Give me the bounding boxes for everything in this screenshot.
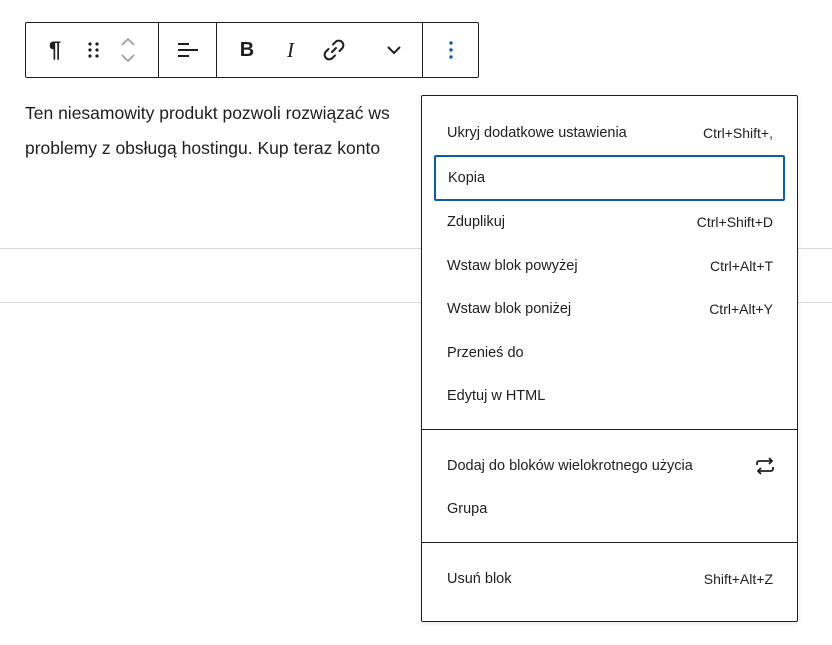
- menu-item-label: Kopia: [448, 169, 486, 186]
- menu-item-add-reusable[interactable]: Dodaj do bloków wielokrotnego użycia: [433, 444, 786, 488]
- menu-item-label: Usuń blok: [447, 570, 512, 587]
- toolbar-group-options: [422, 23, 478, 77]
- menu-item-shortcut: Shift+Alt+Z: [703, 570, 773, 587]
- link-icon[interactable]: [322, 38, 346, 62]
- menu-item-label: Grupa: [447, 501, 488, 518]
- toolbar-group-format: B I: [216, 23, 422, 77]
- menu-item-label: Ukryj dodatkowe ustawienia: [447, 124, 627, 141]
- menu-item-label: Przenieś do: [447, 344, 524, 361]
- menu-item-hide-settings[interactable]: Ukryj dodatkowe ustawienia Ctrl+Shift+,: [433, 111, 786, 155]
- menu-item-insert-before[interactable]: Wstaw blok powyżej Ctrl+Alt+T: [433, 244, 786, 288]
- menu-item-shortcut: Ctrl+Shift+,: [702, 124, 773, 141]
- menu-group-remove: Usuń blok Shift+Alt+Z: [422, 542, 797, 601]
- menu-item-label: Zduplikuj: [447, 214, 506, 231]
- menu-item-insert-after[interactable]: Wstaw blok poniżej Ctrl+Alt+Y: [433, 288, 786, 332]
- menu-item-label: Wstaw blok powyżej: [447, 257, 578, 274]
- chevron-down-icon[interactable]: [120, 53, 136, 63]
- paragraph-block-button[interactable]: ¶: [44, 37, 66, 63]
- menu-item-move-to[interactable]: Przenieś do: [433, 331, 786, 375]
- menu-item-label: Wstaw blok poniżej: [447, 301, 572, 318]
- italic-button[interactable]: I: [287, 38, 294, 63]
- block-toolbar: ¶ B I: [25, 22, 479, 78]
- menu-group-reusable: Dodaj do bloków wielokrotnego użycia Gru…: [422, 429, 797, 542]
- options-icon[interactable]: [448, 40, 454, 60]
- menu-group-tools: Ukryj dodatkowe ustawienia Ctrl+Shift+, …: [422, 96, 797, 429]
- menu-item-group[interactable]: Grupa: [433, 488, 786, 532]
- toolbar-group-block: ¶: [26, 23, 158, 77]
- align-left-icon[interactable]: [176, 40, 200, 60]
- reusable-icon: [753, 454, 777, 478]
- menu-item-edit-html[interactable]: Edytuj w HTML: [433, 375, 786, 419]
- menu-item-label: Dodaj do bloków wielokrotnego użycia: [447, 457, 693, 474]
- chevron-up-icon[interactable]: [120, 37, 136, 47]
- menu-item-shortcut: Ctrl+Alt+T: [709, 257, 773, 274]
- drag-handle-icon[interactable]: [86, 40, 102, 60]
- menu-item-shortcut: Ctrl+Shift+D: [696, 214, 773, 231]
- more-arrow-icon[interactable]: [386, 45, 402, 55]
- toolbar-group-align: [158, 23, 216, 77]
- menu-item-copy[interactable]: Kopia: [434, 154, 785, 201]
- menu-item-remove-block[interactable]: Usuń blok Shift+Alt+Z: [433, 557, 786, 601]
- menu-item-label: Edytuj w HTML: [447, 388, 546, 405]
- block-movers: [120, 37, 136, 63]
- menu-item-shortcut: Ctrl+Alt+Y: [709, 301, 773, 318]
- bold-button[interactable]: B: [237, 39, 257, 62]
- block-options-menu: Ukryj dodatkowe ustawienia Ctrl+Shift+, …: [421, 95, 798, 622]
- menu-item-duplicate[interactable]: Zduplikuj Ctrl+Shift+D: [433, 201, 786, 245]
